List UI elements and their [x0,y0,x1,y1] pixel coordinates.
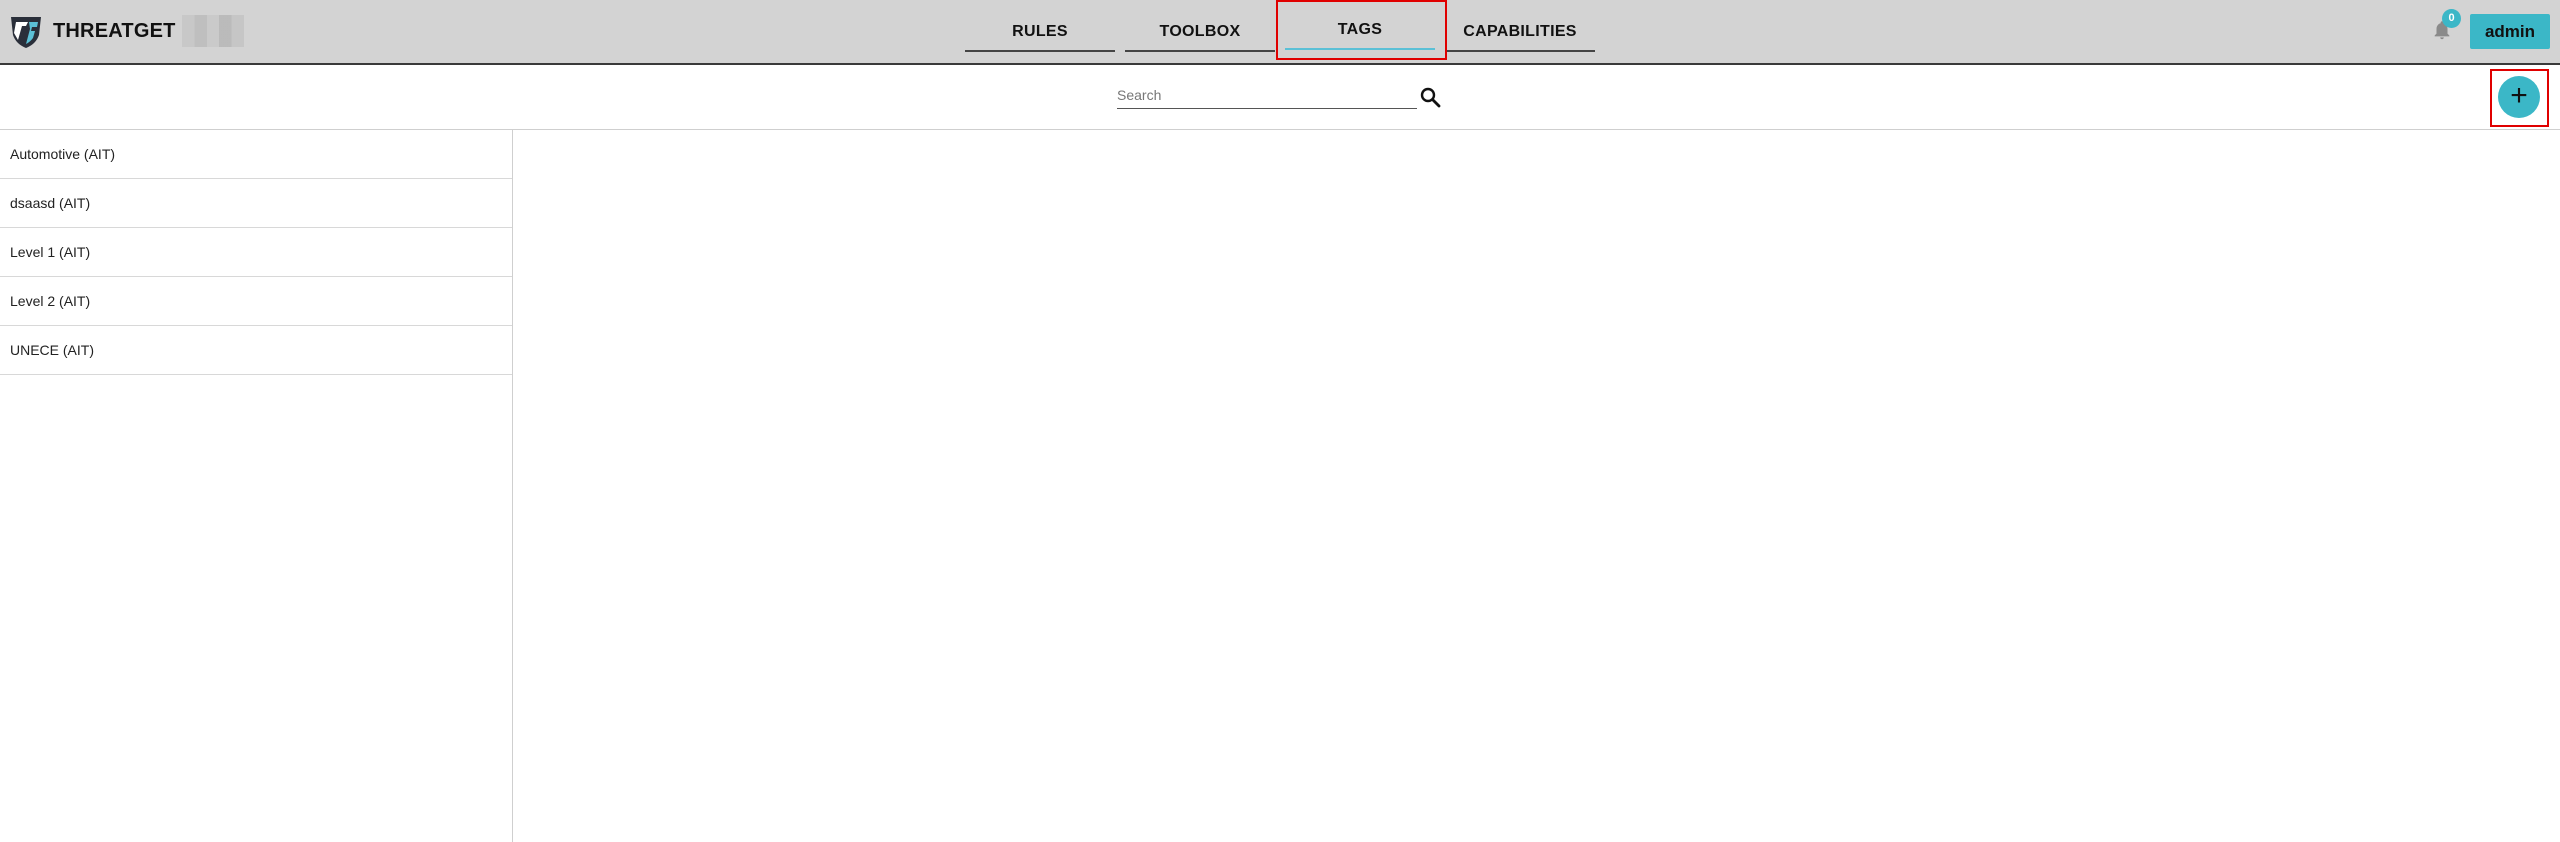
tags-tab-highlight-box [1276,0,1447,60]
list-item[interactable]: UNECE (AIT) [0,326,512,375]
brand[interactable]: THREATGET [8,13,244,49]
add-tag-button[interactable]: + [2498,76,2540,118]
brand-name: THREATGET [53,19,176,42]
tab-underline [1125,50,1275,52]
notification-count-badge: 0 [2442,9,2461,28]
tab-label: RULES [1012,23,1068,40]
tab-label: CAPABILITIES [1463,23,1577,40]
top-navigation-bar: THREATGET RULES TOOLBOX TAGS CAPABILITIE… [0,0,2560,65]
tab-label: TOOLBOX [1159,23,1241,40]
tab-underline [965,50,1115,52]
redacted-brand-suffix [181,15,244,47]
search-input[interactable] [1117,83,1417,109]
user-menu-button[interactable]: admin [2470,14,2550,49]
list-item[interactable]: Level 2 (AIT) [0,277,512,326]
list-item[interactable]: dsaasd (AIT) [0,179,512,228]
search-toolbar: + [0,65,2560,130]
list-item[interactable]: Level 1 (AIT) [0,228,512,277]
tab-toolbox[interactable]: TOOLBOX [1125,12,1275,52]
tab-underline [1445,50,1595,52]
threatget-shield-logo-icon [11,17,41,48]
tab-rules[interactable]: RULES [965,12,1115,52]
tab-capabilities[interactable]: CAPABILITIES [1445,12,1595,52]
search-icon[interactable] [1418,85,1442,109]
list-item[interactable]: Automotive (AIT) [0,130,512,179]
tags-list: Automotive (AIT) dsaasd (AIT) Level 1 (A… [0,130,513,842]
detail-panel [514,130,2560,842]
